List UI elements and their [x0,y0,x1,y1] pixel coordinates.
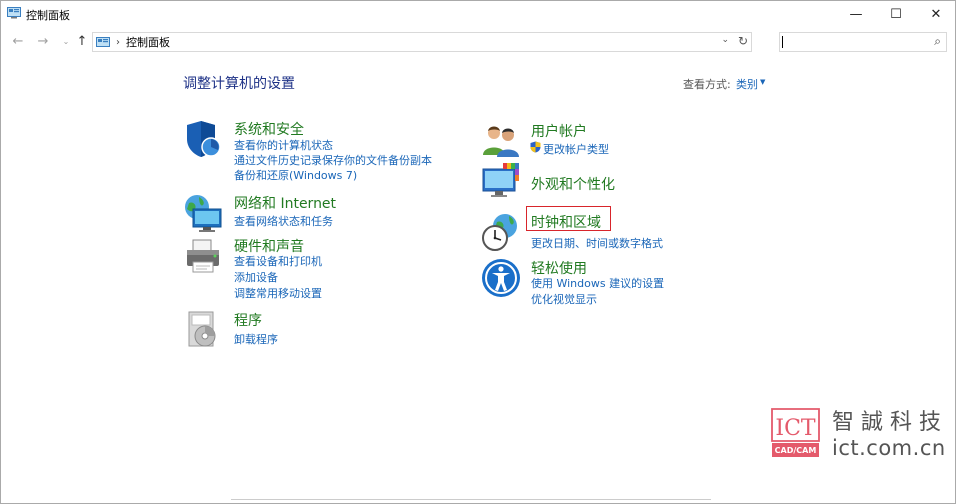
bottom-divider [231,499,711,500]
link-optimize-visual-display[interactable]: 优化视觉显示 [531,291,597,307]
link-devices-printers[interactable]: 查看设备和打印机 [234,253,322,269]
link-recommended-settings[interactable]: 使用 Windows 建议的设置 [531,275,664,291]
link-add-device[interactable]: 添加设备 [234,269,278,285]
clock-globe-icon[interactable] [481,212,521,252]
link-network-status[interactable]: 查看网络状态和任务 [234,213,333,229]
search-icon[interactable]: ⌕ [934,34,941,49]
ict-logo: ICT CAD/CAM [771,408,820,457]
view-by-caret-icon[interactable]: ▼ [760,78,765,86]
ease-of-access-icon[interactable] [481,258,521,298]
svg-text:ICT: ICT [775,416,816,441]
search-input[interactable]: ⌕ [779,32,947,52]
text-caret [782,36,783,48]
watermark-domain: ict.com.cn [832,436,946,460]
category-title-network-internet[interactable]: 网络和 Internet [234,193,336,213]
close-button[interactable]: ✕ [913,1,956,27]
forward-button[interactable]: → [35,33,51,49]
link-backup-restore[interactable]: 备份和还原(Windows 7) [234,167,357,183]
link-mobility-settings[interactable]: 调整常用移动设置 [234,285,322,301]
refresh-icon[interactable]: ↻ [738,34,748,48]
view-by-label: 查看方式: [683,78,731,91]
printer-icon[interactable] [183,236,223,276]
up-button[interactable]: ↑ [74,33,90,49]
link-view-computer-status[interactable]: 查看你的计算机状态 [234,137,333,153]
recent-locations-button[interactable]: ⌄ [58,33,74,49]
breadcrumb-separator-icon[interactable]: › [116,37,120,48]
control-panel-icon [7,7,21,19]
window-title: 控制面板 [26,9,70,22]
uac-shield-icon [530,141,541,153]
view-by-dropdown[interactable]: 类别 [736,76,758,92]
control-panel-window: 控制面板 — ☐ ✕ ← → ⌄ ↑ › 控制面板 ⌄ ↻ ⌕ 调整计算机的设置… [0,0,956,504]
page-title: 调整计算机的设置 [183,76,295,92]
link-file-history[interactable]: 通过文件历史记录保存你的文件备份副本 [234,152,432,168]
svg-text:CAD/CAM: CAD/CAM [775,446,817,455]
category-title-user-accounts[interactable]: 用户帐户 [531,121,587,141]
control-panel-icon [96,36,110,47]
back-button[interactable]: ← [10,33,26,49]
watermark-company-name: 智誠科技 [832,410,949,435]
shield-icon[interactable] [183,119,223,159]
breadcrumb-control-panel[interactable]: 控制面板 [126,34,170,50]
title-bar: 控制面板 — ☐ ✕ [1,1,955,27]
link-change-date-time-format[interactable]: 更改日期、时间或数字格式 [531,235,663,251]
navigation-bar: ← → ⌄ ↑ › 控制面板 ⌄ ↻ ⌕ [1,29,955,55]
network-globe-icon[interactable] [183,193,223,233]
category-title-system-security[interactable]: 系统和安全 [234,119,304,139]
link-uninstall-program[interactable]: 卸载程序 [234,331,278,347]
address-bar[interactable]: › 控制面板 ⌄ ↻ [92,32,752,52]
highlight-box [526,206,611,231]
link-change-account-type[interactable]: 更改帐户类型 [543,141,609,157]
programs-disc-icon[interactable] [183,310,223,350]
category-title-programs[interactable]: 程序 [234,310,262,330]
users-icon[interactable] [481,121,521,161]
monitor-palette-icon[interactable] [481,161,521,201]
address-dropdown-icon[interactable]: ⌄ [721,35,729,45]
category-title-appearance-personalization[interactable]: 外观和个性化 [531,174,615,194]
